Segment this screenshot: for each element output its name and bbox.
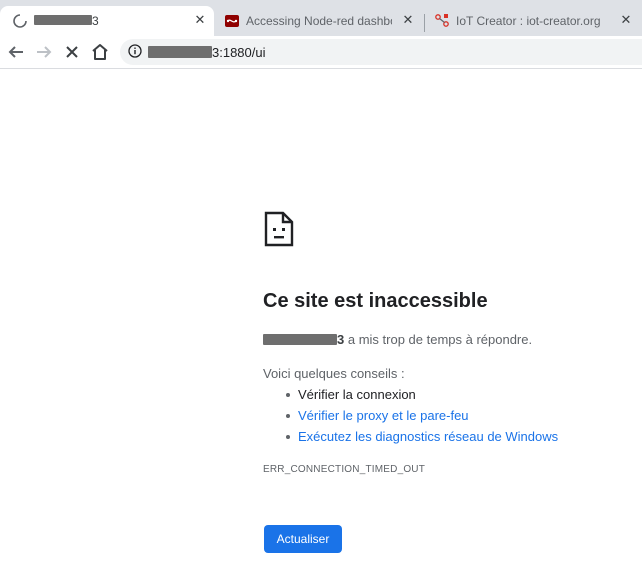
redacted-host <box>148 46 212 58</box>
tip-check-connection: Vérifier la connexion <box>298 387 416 402</box>
back-arrow-icon[interactable] <box>4 40 28 64</box>
error-code: ERR_CONNECTION_TIMED_OUT <box>263 464 426 475</box>
tip-check-proxy-link[interactable]: Vérifier le proxy et le pare-feu <box>298 408 469 423</box>
address-bar[interactable]: 3:1880/ui <box>120 39 642 65</box>
node-red-icon <box>225 15 239 27</box>
error-message-text: a mis trop de temps à répondre. <box>344 332 533 347</box>
tab-title: IoT Creator : iot-creator.org <box>456 14 601 28</box>
loading-spinner-icon <box>13 14 27 28</box>
tips-title: Voici quelques conseils : <box>263 366 405 381</box>
bullet <box>286 393 290 397</box>
tab-divider <box>424 14 425 32</box>
tab-iot-creator[interactable]: IoT Creator : iot-creator.org ✕ <box>426 6 642 36</box>
tab-title: 3 <box>92 14 99 28</box>
tab-title: Accessing Node-red dashboard « <box>246 14 392 28</box>
toolbar: 3:1880/ui <box>0 36 642 69</box>
tip-windows-diagnostics-link[interactable]: Exécutez les diagnostics réseau de Windo… <box>298 429 558 444</box>
bullet <box>286 414 290 418</box>
error-message: 3 a mis trop de temps à répondre. <box>263 332 532 347</box>
bullet <box>286 435 290 439</box>
tab-close-icon[interactable]: ✕ <box>192 12 208 28</box>
error-page: Ce site est inaccessible 3 a mis trop de… <box>0 69 642 562</box>
redacted-title <box>34 15 92 25</box>
tab-close-icon[interactable]: ✕ <box>618 12 634 28</box>
sad-page-icon <box>264 211 294 247</box>
iot-creator-icon <box>435 14 449 27</box>
stop-loading-icon[interactable] <box>60 40 84 64</box>
url-text: 3:1880/ui <box>212 45 266 60</box>
reload-button[interactable]: Actualiser <box>264 525 342 553</box>
tab-active[interactable]: 3 ✕ <box>0 6 214 36</box>
info-icon[interactable] <box>128 44 142 58</box>
tab-close-icon[interactable]: ✕ <box>400 12 416 28</box>
forward-arrow-icon[interactable] <box>32 40 56 64</box>
tab-node-red[interactable]: Accessing Node-red dashboard « ✕ <box>216 6 422 36</box>
home-icon[interactable] <box>88 40 112 64</box>
redacted-host <box>263 334 337 345</box>
error-headline: Ce site est inaccessible <box>263 290 488 312</box>
tab-strip: 3 ✕ Accessing Node-red dashboard « ✕ IoT… <box>0 0 642 36</box>
